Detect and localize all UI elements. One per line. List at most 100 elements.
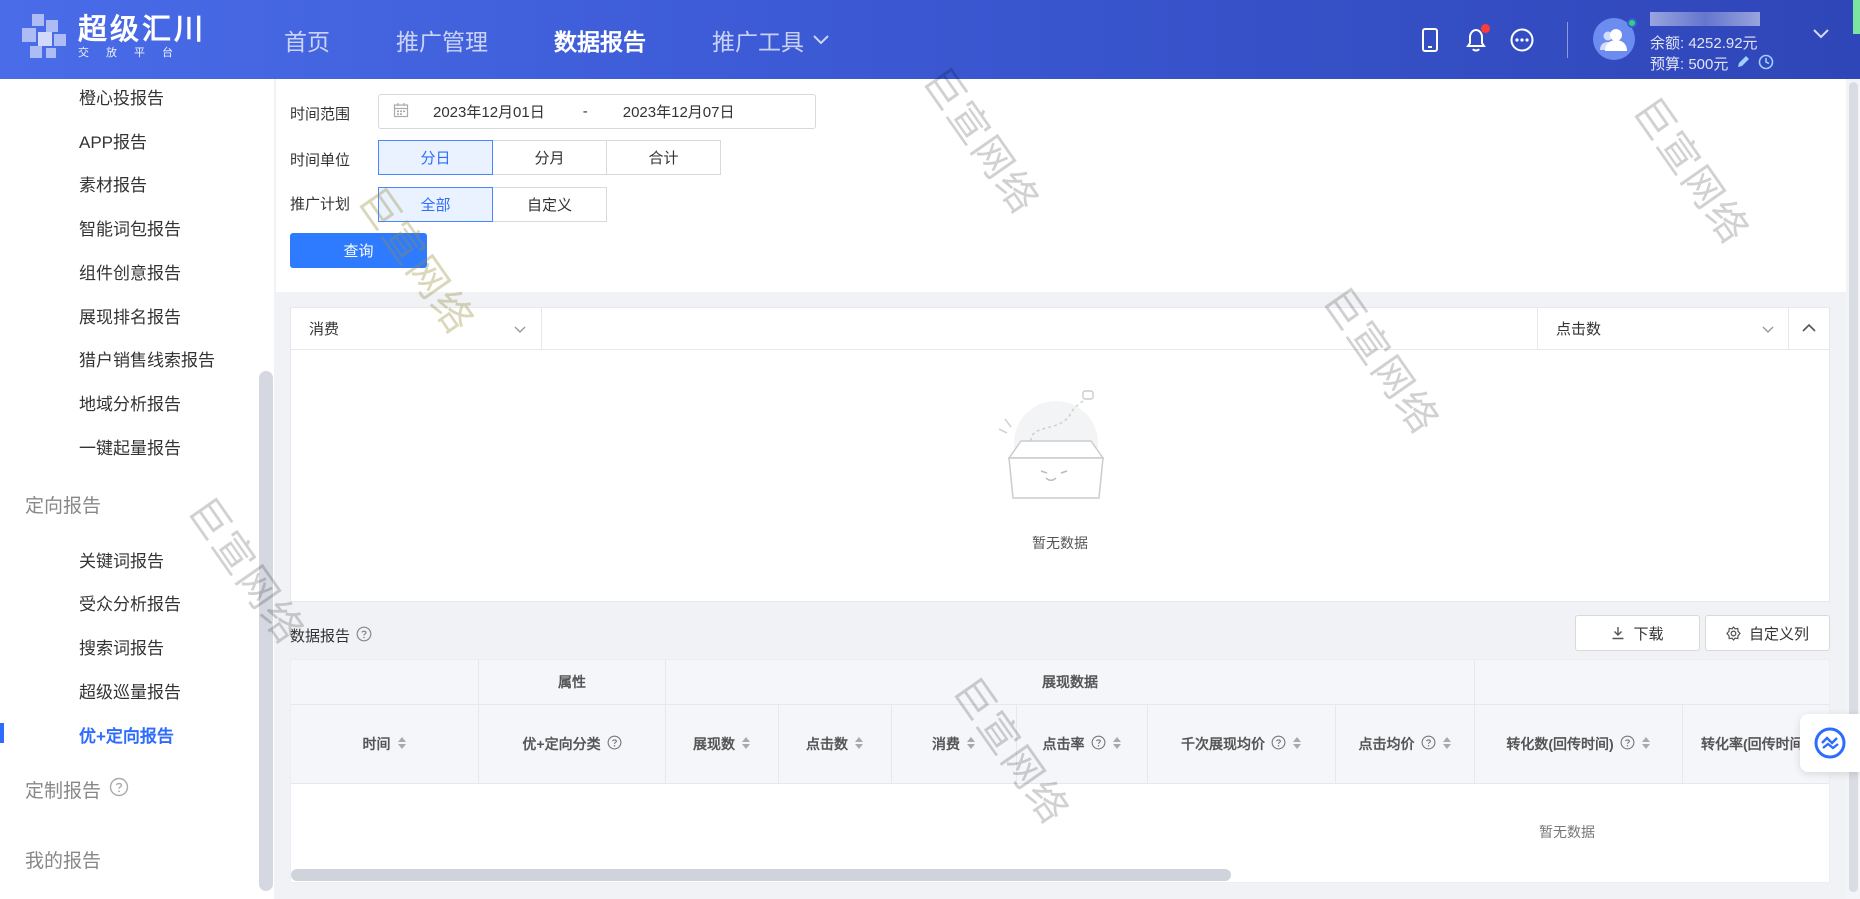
nav-data-reports[interactable]: 数据报告 xyxy=(554,23,646,57)
column-youplus-category-label: 优+定向分类 xyxy=(522,736,601,752)
empty-box-icon xyxy=(991,383,1121,518)
table-empty-text: 暂无数据 xyxy=(1539,824,1595,840)
help-icon[interactable] xyxy=(1620,735,1635,753)
nav-promotion-tools-label: 推广工具 xyxy=(712,28,804,55)
sidebar-group-targeting[interactable]: 定向报告 xyxy=(25,491,101,518)
sidebar-item-ranking[interactable]: 展现排名报告 xyxy=(79,303,181,328)
sidebar-group-custom[interactable]: 定制报告 xyxy=(25,776,129,803)
help-icon[interactable] xyxy=(1421,735,1436,753)
mobile-icon[interactable] xyxy=(1412,22,1448,58)
column-clicks-label: 点击数 xyxy=(806,736,848,752)
active-indicator xyxy=(0,723,4,743)
column-cost-label: 消费 xyxy=(932,736,960,752)
collapse-button[interactable] xyxy=(1788,308,1829,349)
sidebar-item-chengxintou[interactable]: 橙心投报告 xyxy=(79,84,164,109)
sort-icon[interactable] xyxy=(1112,736,1122,753)
nav-promotion-tools[interactable]: 推广工具 xyxy=(712,23,830,57)
edit-icon[interactable] xyxy=(1728,55,1750,75)
nav-home[interactable]: 首页 xyxy=(284,23,330,57)
left-metric-select[interactable]: 消费 xyxy=(291,308,542,349)
column-conversions[interactable]: 转化数(回传时间) xyxy=(1475,705,1683,783)
sidebar-scrollbar[interactable] xyxy=(259,371,273,891)
sort-icon[interactable] xyxy=(741,736,751,753)
column-cpm-label: 千次展现均价 xyxy=(1181,736,1265,752)
time-unit-label: 时间单位 xyxy=(290,152,351,169)
sidebar-item-youplus-targeting[interactable]: 优+定向报告 xyxy=(79,722,174,747)
time-unit-daily[interactable]: 分日 xyxy=(378,140,493,175)
download-icon xyxy=(1612,627,1624,640)
column-time[interactable]: 时间 xyxy=(291,705,479,783)
column-ctr[interactable]: 点击率 xyxy=(1017,705,1148,783)
right-metric-select[interactable]: 点击数 xyxy=(1537,308,1789,349)
help-icon[interactable] xyxy=(607,735,622,753)
sidebar-item-smart-keyword[interactable]: 智能词包报告 xyxy=(79,215,181,240)
column-cpm[interactable]: 千次展现均价 xyxy=(1148,705,1336,783)
date-start[interactable]: 2023年12月01日 xyxy=(433,101,545,122)
sidebar-item-component-creative[interactable]: 组件创意报告 xyxy=(79,259,181,284)
group-header-attribute: 属性 xyxy=(479,660,666,704)
column-time-label: 时间 xyxy=(362,736,391,752)
sidebar-item-audience[interactable]: 受众分析报告 xyxy=(79,590,181,615)
chart-panel: 消费 点击数 暂无数据 xyxy=(290,307,1830,602)
account-dropdown-icon[interactable] xyxy=(1812,26,1830,44)
logo-icon xyxy=(22,14,70,60)
date-end[interactable]: 2023年12月07日 xyxy=(623,101,735,122)
sort-icon[interactable] xyxy=(1292,736,1302,753)
horizontal-scrollbar[interactable] xyxy=(291,869,1231,881)
bell-icon[interactable] xyxy=(1458,22,1494,58)
help-icon[interactable] xyxy=(109,777,129,803)
column-cpc[interactable]: 点击均价 xyxy=(1336,705,1475,783)
column-cost[interactable]: 消费 xyxy=(892,705,1017,783)
query-button[interactable]: 查询 xyxy=(290,233,427,268)
top-bar: 超级汇川 交放平台 首页 推广管理 数据报告 推广工具 余额: 4252.92元… xyxy=(0,0,1860,79)
sidebar-item-sales-leads[interactable]: 猎户销售线索报告 xyxy=(79,346,215,371)
report-title-text: 数据报告 xyxy=(290,628,351,645)
assistant-button[interactable] xyxy=(1800,714,1860,772)
custom-columns-label: 自定义列 xyxy=(1748,625,1809,643)
sidebar-group-mine[interactable]: 我的报告 xyxy=(25,846,101,873)
sort-icon[interactable] xyxy=(397,736,407,753)
report-title: 数据报告 xyxy=(290,625,372,646)
help-icon[interactable] xyxy=(1091,735,1106,753)
time-unit-total[interactable]: 合计 xyxy=(606,140,721,175)
column-youplus-category[interactable]: 优+定向分类 xyxy=(479,705,666,783)
sidebar-item-search-term[interactable]: 搜索词报告 xyxy=(79,634,164,659)
plan-selector: 全部 自定义 xyxy=(378,187,607,222)
time-range-label: 时间范围 xyxy=(290,106,351,123)
clock-icon[interactable] xyxy=(1750,54,1774,76)
sort-icon[interactable] xyxy=(1442,736,1452,753)
chevron-down-icon xyxy=(1761,321,1775,338)
date-range-picker[interactable]: 2023年12月01日 - 2023年12月07日 xyxy=(378,94,816,129)
sort-icon[interactable] xyxy=(1641,736,1651,753)
table-column-header: 时间 优+定向分类 展现数 点击数 消费 点击率 千次展现均价 点击均价 转化数… xyxy=(291,705,1829,784)
main-nav: 首页 推广管理 数据报告 推广工具 xyxy=(284,0,896,79)
sort-icon[interactable] xyxy=(966,736,976,753)
sidebar-item-keyword[interactable]: 关键词报告 xyxy=(79,547,164,572)
report-table: 属性 展现数据 时间 优+定向分类 展现数 点击数 消费 点击率 千次展现均价 … xyxy=(290,659,1830,883)
plan-custom[interactable]: 自定义 xyxy=(492,187,607,222)
sidebar-item-app[interactable]: APP报告 xyxy=(79,128,147,153)
logo-subtitle: 交放平台 xyxy=(78,47,190,59)
help-icon[interactable] xyxy=(356,626,372,646)
logo[interactable]: 超级汇川 交放平台 xyxy=(22,14,206,60)
column-clicks[interactable]: 点击数 xyxy=(779,705,892,783)
column-impressions-label: 展现数 xyxy=(693,736,735,752)
column-conversion-rate-label: 转化率(回传时间 xyxy=(1701,736,1804,752)
nav-promotion-management[interactable]: 推广管理 xyxy=(396,23,488,57)
time-unit-monthly[interactable]: 分月 xyxy=(492,140,607,175)
column-impressions[interactable]: 展现数 xyxy=(666,705,779,783)
sort-icon[interactable] xyxy=(854,736,864,753)
help-icon[interactable] xyxy=(1271,735,1286,753)
sidebar-item-region[interactable]: 地域分析报告 xyxy=(79,390,181,415)
download-button[interactable]: 下载 xyxy=(1575,615,1700,651)
custom-columns-button[interactable]: 自定义列 xyxy=(1705,615,1830,651)
sidebar-item-one-click[interactable]: 一键起量报告 xyxy=(79,434,181,459)
more-icon[interactable] xyxy=(1504,22,1540,58)
chart-empty-text: 暂无数据 xyxy=(1032,535,1088,551)
date-separator: - xyxy=(582,103,588,120)
notification-dot xyxy=(1481,24,1490,33)
plan-all[interactable]: 全部 xyxy=(378,187,493,222)
sidebar-item-super-patrol[interactable]: 超级巡量报告 xyxy=(79,678,181,703)
sidebar-item-material[interactable]: 素材报告 xyxy=(79,171,147,196)
filter-panel: 时间范围 2023年12月01日 - 2023年12月07日 时间单位 分日 分… xyxy=(276,79,1846,292)
